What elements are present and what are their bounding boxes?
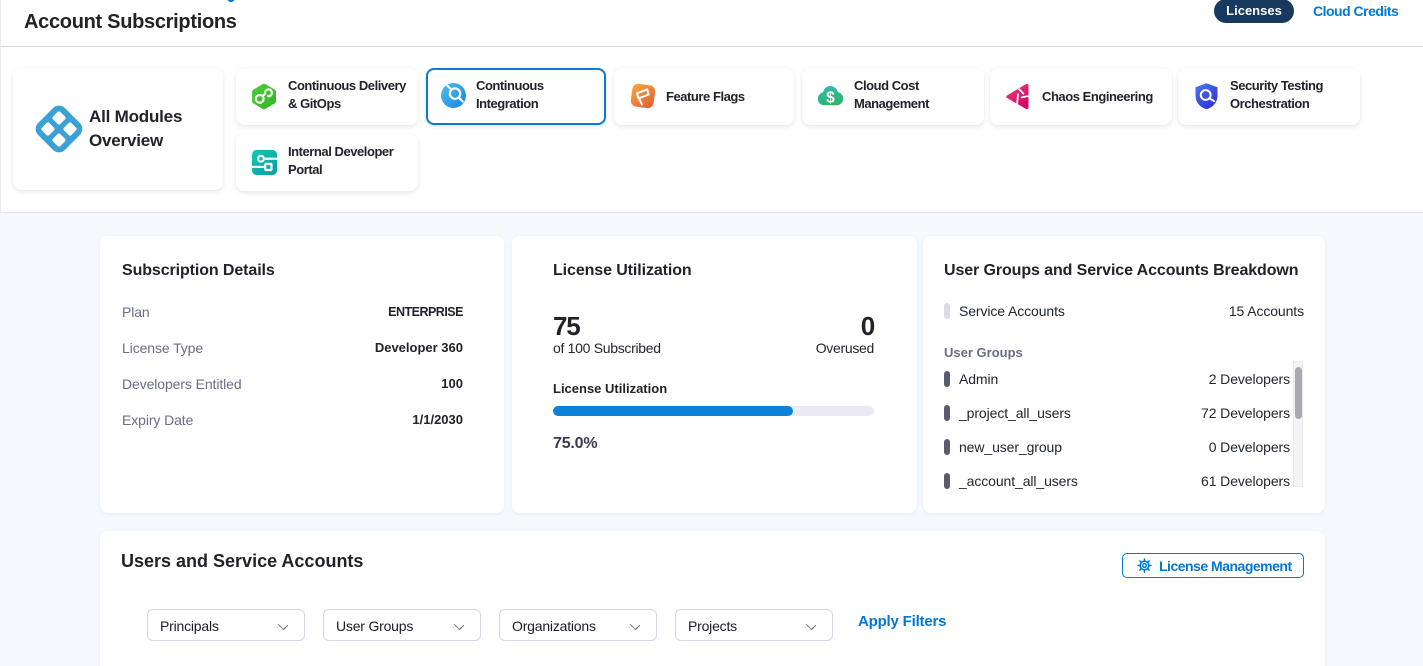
svg-text:$: $ (826, 90, 835, 107)
